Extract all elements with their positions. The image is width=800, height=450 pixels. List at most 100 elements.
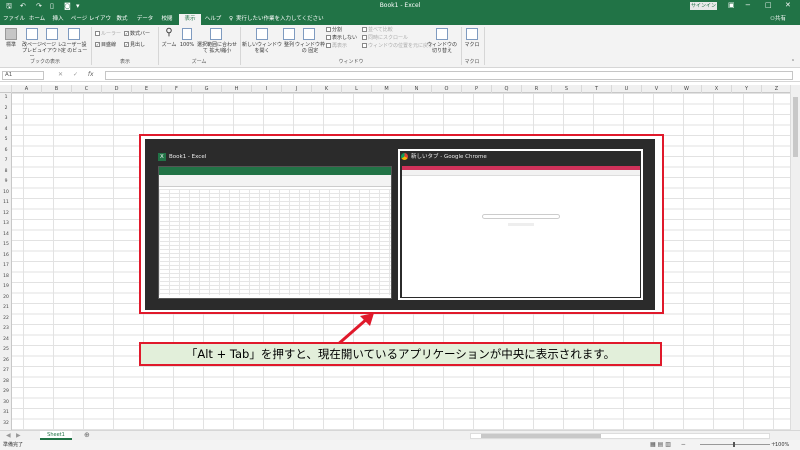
freeze-panes-button[interactable]: ウィンドウ枠の 固定 (293, 42, 327, 54)
row-header[interactable]: 16 (0, 251, 12, 262)
tab-insert[interactable]: 挿入 (50, 14, 66, 25)
zoom-magnifier-icon[interactable]: ⚲ (163, 27, 175, 39)
minimize-icon[interactable]: − (745, 1, 751, 10)
page-layout-view-icon[interactable] (46, 28, 58, 40)
row-header[interactable]: 23 (0, 324, 12, 335)
row-header[interactable]: 13 (0, 219, 12, 230)
tab-view[interactable]: 表示 (179, 14, 201, 25)
row-header[interactable]: 14 (0, 230, 12, 241)
column-header[interactable]: X (702, 85, 732, 93)
page-break-icon[interactable]: ▥ (665, 441, 671, 448)
row-header[interactable]: 10 (0, 188, 12, 199)
row-header[interactable]: 22 (0, 314, 12, 325)
column-header[interactable]: F (162, 85, 192, 93)
horizontal-scrollbar[interactable] (470, 433, 770, 439)
custom-views-icon[interactable] (68, 28, 80, 40)
column-header[interactable]: M (372, 85, 402, 93)
row-header[interactable]: 31 (0, 408, 12, 419)
row-header[interactable]: 29 (0, 387, 12, 398)
scrollbar-thumb[interactable] (793, 97, 798, 157)
custom-views-button[interactable]: ユーザー設定 のビュー (60, 42, 88, 54)
column-header[interactable]: E (132, 85, 162, 93)
column-header[interactable]: Q (492, 85, 522, 93)
ruler-checkbox[interactable]: ルーラー (95, 31, 121, 37)
gridlines-checkbox[interactable]: ✓ 目盛線 (95, 42, 116, 48)
reset-window-position-button[interactable]: ウィンドウの位置を元に戻す (362, 43, 433, 49)
formula-input[interactable] (105, 71, 793, 80)
view-side-by-side-button[interactable]: 並べて比較 (362, 27, 393, 33)
row-header[interactable]: 8 (0, 167, 12, 178)
column-header[interactable]: Z (762, 85, 790, 93)
maximize-icon[interactable]: □ (765, 1, 772, 10)
row-header[interactable]: 32 (0, 419, 12, 430)
tab-help[interactable]: ヘルプ (204, 14, 222, 25)
synchronous-scrolling-button[interactable]: 同時にスクロール (362, 35, 408, 41)
tab-home[interactable]: ホーム (27, 14, 47, 25)
row-header[interactable]: 27 (0, 366, 12, 377)
collapse-ribbon-icon[interactable]: ⌃ (788, 59, 798, 65)
add-sheet-icon[interactable]: ⊕ (84, 431, 90, 440)
tab-data[interactable]: データ (135, 14, 155, 25)
tab-formulas[interactable]: 数式 (114, 14, 130, 25)
split-button[interactable]: 分割 (326, 27, 342, 33)
formula-bar-checkbox[interactable]: ✓ 数式バー (124, 31, 150, 37)
column-header[interactable]: O (432, 85, 462, 93)
row-header[interactable]: 25 (0, 345, 12, 356)
tab-review[interactable]: 校閲 (159, 14, 175, 25)
column-header[interactable]: K (312, 85, 342, 93)
tab-page-layout[interactable]: ページ レイアウト (70, 14, 112, 32)
next-sheet-icon[interactable]: ▶ (16, 431, 21, 440)
zoom-slider[interactable] (700, 442, 770, 447)
page-layout-icon[interactable]: ▤ (658, 441, 664, 448)
row-header[interactable]: 7 (0, 156, 12, 167)
row-header[interactable]: 19 (0, 282, 12, 293)
column-header[interactable]: U (612, 85, 642, 93)
close-icon[interactable]: ✕ (785, 1, 791, 10)
row-header[interactable]: 4 (0, 125, 12, 136)
freeze-panes-icon[interactable] (303, 28, 315, 40)
normal-view-icon[interactable] (5, 28, 17, 40)
row-header[interactable]: 6 (0, 146, 12, 157)
column-header[interactable]: V (642, 85, 672, 93)
hide-window-button[interactable]: 表示しない (326, 35, 357, 41)
row-header[interactable]: 2 (0, 104, 12, 115)
insert-function-button[interactable]: fx (88, 71, 94, 78)
column-header[interactable]: P (462, 85, 492, 93)
column-header[interactable]: B (42, 85, 72, 93)
row-header[interactable]: 11 (0, 198, 12, 209)
column-header[interactable]: C (72, 85, 102, 93)
new-window-icon[interactable] (256, 28, 268, 40)
tab-file[interactable]: ファイル (2, 14, 26, 25)
share-button[interactable]: ⚇共有 (770, 14, 786, 24)
prev-sheet-icon[interactable]: ◀ (6, 431, 11, 440)
headings-checkbox[interactable]: ✓ 見出し (124, 42, 145, 48)
row-header[interactable]: 30 (0, 398, 12, 409)
zoom-100-icon[interactable] (182, 28, 192, 40)
vertical-scrollbar[interactable] (790, 85, 800, 430)
column-header[interactable]: Y (732, 85, 762, 93)
tell-me-search[interactable]: 実行したい作業を入力してください (236, 14, 326, 25)
column-header[interactable]: W (672, 85, 702, 93)
column-header[interactable]: H (222, 85, 252, 93)
cancel-icon[interactable]: ✕ (58, 71, 63, 78)
macro-icon[interactable] (466, 28, 478, 40)
column-header[interactable]: R (522, 85, 552, 93)
column-header[interactable]: I (252, 85, 282, 93)
normal-view-button[interactable]: 標準 (0, 42, 22, 48)
zoom-100-button[interactable]: 100% (178, 42, 196, 48)
row-header[interactable]: 5 (0, 135, 12, 146)
zoom-out-icon[interactable]: − (681, 441, 686, 448)
zoom-level[interactable]: 100% (775, 440, 789, 450)
new-window-button[interactable]: 新しいウィンドウ を開く (242, 42, 282, 54)
row-header[interactable]: 9 (0, 177, 12, 188)
column-header[interactable]: T (582, 85, 612, 93)
zoom-to-selection-icon[interactable] (210, 28, 222, 40)
signin-button[interactable]: サインイン (690, 2, 717, 10)
row-header[interactable]: 15 (0, 240, 12, 251)
row-header[interactable]: 3 (0, 114, 12, 125)
normal-view-icon[interactable]: ▦ (650, 441, 656, 448)
column-header[interactable]: D (102, 85, 132, 93)
arrange-all-icon[interactable] (283, 28, 295, 40)
column-header[interactable]: L (342, 85, 372, 93)
zoom-button[interactable]: ズーム (160, 42, 178, 48)
